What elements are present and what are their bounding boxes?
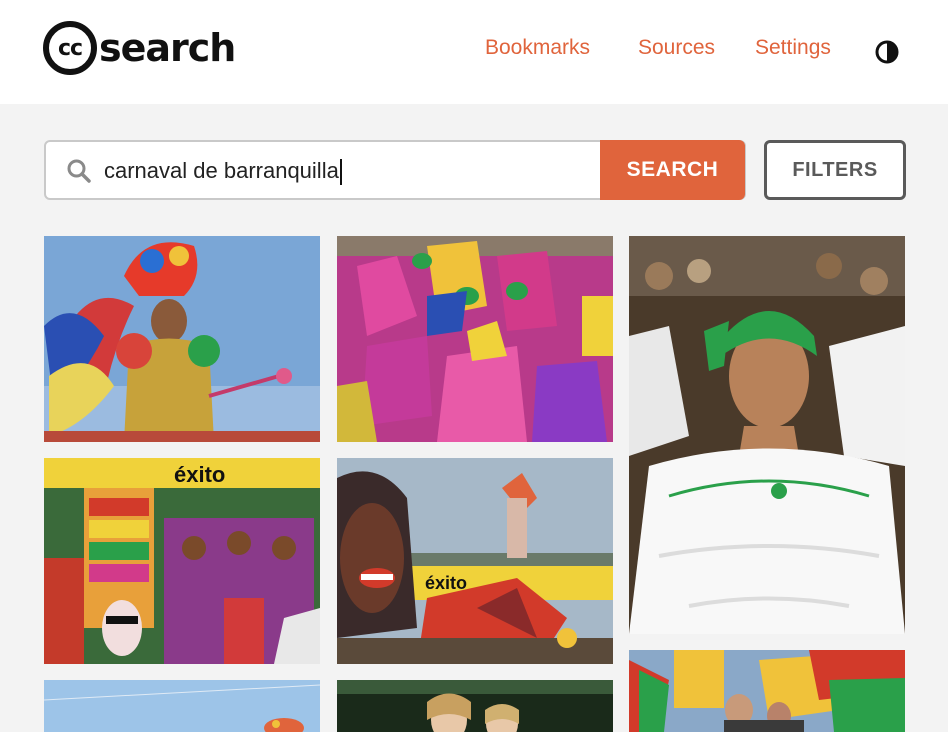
nav-sources[interactable]: Sources	[638, 36, 715, 68]
nav-settings[interactable]: Settings	[755, 36, 831, 68]
result-image-5[interactable]: éxito	[337, 458, 613, 664]
logo-text: search	[99, 26, 236, 70]
text-caret	[339, 159, 342, 186]
nav-bookmarks[interactable]: Bookmarks	[485, 36, 590, 68]
search-input[interactable]: carnaval de barranquilla	[104, 158, 342, 186]
result-image-8[interactable]	[629, 650, 905, 732]
result-image-2[interactable]	[337, 236, 613, 442]
cc-search-logo[interactable]: cc search	[43, 20, 236, 76]
site-header: cc search Bookmarks Sources Settings	[0, 0, 948, 104]
filters-button[interactable]: FILTERS	[764, 140, 906, 200]
exito-banner-float: éxito	[425, 573, 467, 593]
exito-banner: éxito	[174, 462, 225, 487]
search-query: carnaval de barranquilla	[104, 158, 339, 183]
result-image-7[interactable]	[337, 680, 613, 732]
result-image-6[interactable]	[44, 680, 320, 732]
search-icon	[66, 158, 92, 184]
contrast-icon[interactable]	[875, 40, 899, 64]
search-button[interactable]: SEARCH	[600, 140, 745, 200]
result-image-4[interactable]: éxito	[44, 458, 320, 664]
result-image-1[interactable]	[44, 236, 320, 442]
result-image-3[interactable]	[629, 236, 905, 634]
cc-logo-icon: cc	[43, 21, 97, 75]
